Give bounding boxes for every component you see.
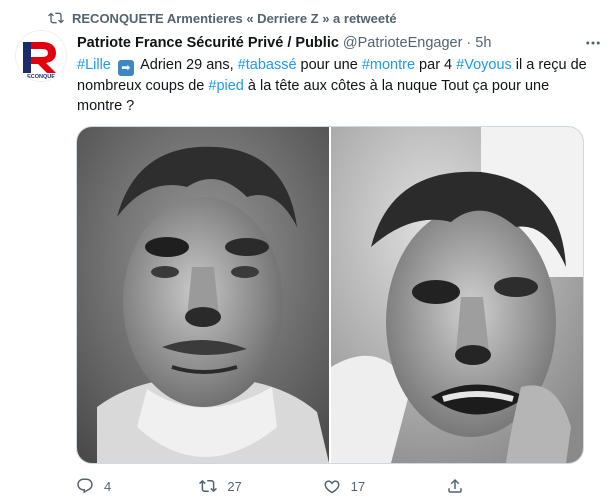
hashtag-link[interactable]: #montre	[362, 57, 415, 73]
hashtag-link[interactable]: #pied	[208, 78, 243, 94]
injured-face-photo-2	[331, 127, 583, 463]
tweet-text-segment: pour une	[296, 57, 362, 73]
avatar-logo-text: ECONQUE	[27, 74, 55, 80]
more-options-button[interactable]	[582, 34, 604, 52]
reconquete-logo: ECONQUE	[16, 31, 66, 81]
avatar[interactable]: ECONQUE	[15, 30, 67, 82]
retweet-icon	[48, 12, 64, 24]
more-icon	[586, 41, 600, 45]
tweet-photo-2[interactable]	[331, 127, 583, 463]
share-button[interactable]	[446, 477, 506, 495]
author-name[interactable]: Patriote France Sécurité Privé / Public	[77, 35, 339, 51]
tweet-media[interactable]	[76, 126, 584, 464]
hashtag-link[interactable]: #Lille	[77, 57, 111, 73]
retweet-context[interactable]: RECONQUETE Armentieres « Derriere Z » a …	[44, 8, 397, 28]
right-arrow-emoji-icon: ➡	[117, 60, 134, 76]
heart-icon	[324, 480, 340, 494]
reply-count: 4	[104, 478, 112, 494]
like-button[interactable]: 17	[323, 477, 383, 495]
tweet-header: Patriote France Sécurité Privé / Public …	[77, 33, 602, 53]
tweet-text-segment	[111, 57, 115, 73]
tweet-text: #Lille ➡ Adrien 29 ans, #tabassé pour un…	[77, 55, 597, 116]
reply-button[interactable]: 4	[76, 477, 136, 495]
like-count: 17	[350, 478, 366, 494]
tweet-text-segment: Adrien 29 ans,	[136, 57, 238, 73]
share-icon	[448, 478, 462, 493]
hashtag-link[interactable]: #tabassé	[238, 57, 297, 73]
injured-face-photo-1	[77, 127, 329, 463]
hashtag-link[interactable]: #Voyous	[456, 57, 512, 73]
separator-dot: ·	[466, 35, 472, 51]
retweet-count: 27	[227, 478, 242, 494]
tweet-time[interactable]: 5h	[475, 35, 491, 51]
tweet-text-segment: par 4	[415, 57, 457, 73]
tweet-photo-1[interactable]	[77, 127, 329, 463]
tweet-actions: 4 27 17	[76, 474, 506, 498]
reply-icon	[77, 478, 93, 494]
retweet-action-icon	[199, 479, 218, 493]
retweet-context-text: RECONQUETE Armentieres « Derriere Z » a …	[72, 10, 397, 26]
author-handle[interactable]: @PatrioteEngager	[343, 35, 463, 51]
retweet-button[interactable]: 27	[199, 477, 259, 495]
